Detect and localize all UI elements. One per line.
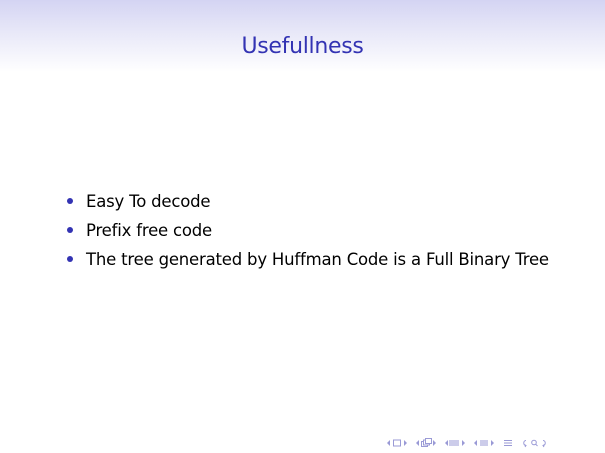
bullet-list: Easy To decode Prefix free code The tree…	[64, 187, 584, 274]
nav-slide-next-icon[interactable]	[403, 437, 408, 449]
nav-slide-icon[interactable]	[391, 437, 403, 449]
bullet-icon	[67, 256, 73, 262]
nav-subsection-group	[444, 437, 466, 449]
nav-search-back-forward-icon[interactable]	[521, 437, 549, 449]
bullet-item: Easy To decode	[64, 187, 584, 216]
nav-search-group	[521, 437, 549, 449]
nav-section-group	[473, 437, 495, 449]
nav-align-group	[502, 437, 514, 449]
bullet-icon	[67, 227, 73, 233]
nav-frame-next-icon[interactable]	[432, 437, 437, 449]
bullet-icon	[67, 198, 73, 204]
nav-align-icon[interactable]	[502, 437, 514, 449]
nav-subsection-next-icon[interactable]	[461, 437, 466, 449]
nav-subsection-icon[interactable]	[449, 437, 461, 449]
nav-slide-group	[386, 437, 408, 449]
navigation-bar	[386, 437, 556, 449]
bullet-item: Prefix free code	[64, 216, 584, 245]
nav-section-icon[interactable]	[478, 437, 490, 449]
slide-content: Easy To decode Prefix free code The tree…	[64, 187, 584, 274]
nav-frame-group	[415, 437, 437, 449]
bullet-text: The tree generated by Huffman Code is a …	[86, 250, 549, 269]
bullet-text: Prefix free code	[86, 221, 213, 240]
bullet-text: Easy To decode	[86, 192, 211, 211]
frame-title: Usefullness	[241, 34, 364, 59]
bullet-item: The tree generated by Huffman Code is a …	[64, 245, 584, 274]
nav-section-next-icon[interactable]	[490, 437, 495, 449]
nav-frame-icon[interactable]	[420, 437, 432, 449]
slide: Usefullness Easy To decode Prefix free c…	[0, 0, 605, 453]
